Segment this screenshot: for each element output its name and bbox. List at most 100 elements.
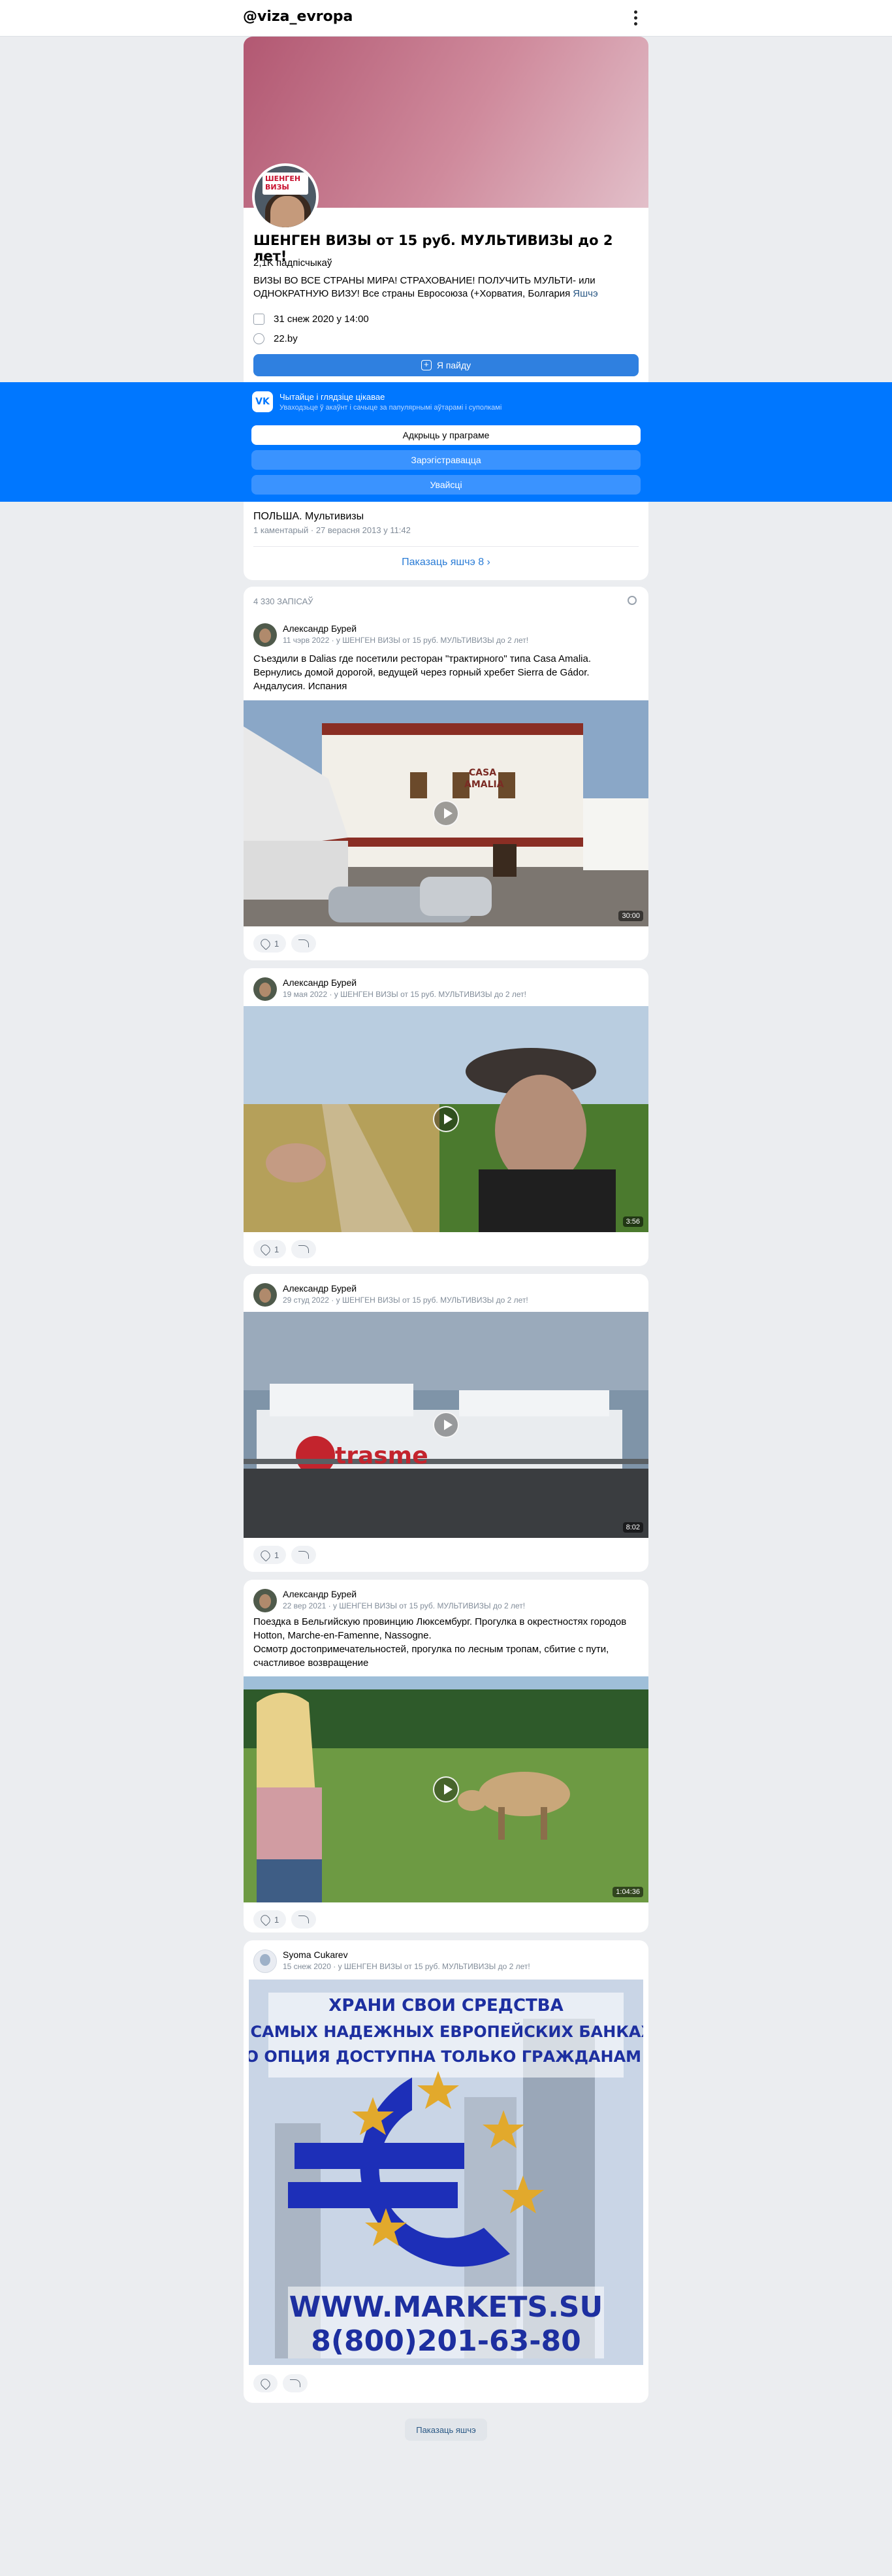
- discussion-title[interactable]: ПОЛЬША. Мультивизы: [253, 511, 364, 523]
- post: Александр Бурей 11 чэрв 2022 · у ШЕНГЕН …: [244, 614, 648, 960]
- group-description: ВИЗЫ ВО ВСЕ СТРАНЫ МИРА! СТРАХОВАНИЕ! ПО…: [253, 275, 598, 299]
- like-button[interactable]: 1: [253, 1546, 287, 1564]
- ship-text: trasme: [335, 1443, 428, 1469]
- top-bar: @viza_evropa: [0, 0, 892, 37]
- heart-icon: [259, 1243, 272, 1256]
- globe-icon: [253, 333, 264, 344]
- banner-subtitle: Уваходзьце ў акаўнт і сачыце за папулярн…: [279, 404, 502, 412]
- post-text: Осмотр достопримечательностей, прогулка …: [253, 1644, 609, 1669]
- share-icon: [298, 1916, 310, 1923]
- share-button[interactable]: [291, 1546, 317, 1564]
- share-icon: [290, 2379, 300, 2387]
- like-button[interactable]: 1: [253, 1240, 287, 1258]
- play-icon[interactable]: [433, 1412, 459, 1438]
- post-actions: [253, 2374, 308, 2392]
- post-meta: 22 вер 2021 · у ШЕНГЕН ВИЗЫ от 15 руб. М…: [283, 1601, 526, 1610]
- post-actions: 1: [253, 1546, 317, 1564]
- plus-icon: +: [421, 360, 432, 370]
- heart-icon: [259, 1913, 272, 1926]
- heart-icon: [259, 937, 272, 950]
- post-actions: 1: [253, 1910, 317, 1929]
- ad-url: WWW.MARKETS.SU: [289, 2291, 603, 2324]
- join-button[interactable]: + Я пайду: [253, 354, 639, 376]
- video-thumbnail[interactable]: trasme 8:02: [244, 1312, 648, 1538]
- post-author[interactable]: Syoma Cukarev: [283, 1949, 348, 1960]
- video-thumbnail[interactable]: CASA AMALIA 30:00: [244, 700, 648, 926]
- post-meta: 29 студ 2022 · у ШЕНГЕН ВИЗЫ от 15 руб. …: [283, 1296, 528, 1305]
- share-button[interactable]: [291, 934, 317, 953]
- video-thumbnail[interactable]: 3:56: [244, 1006, 648, 1232]
- post-text: Поездка в Бельгийскую провинцию Люксембу…: [253, 1616, 627, 1641]
- author-avatar[interactable]: [253, 1283, 277, 1307]
- discussion-card: ПОЛЬША. Мультивизы 1 каментарый · 27 вер…: [244, 502, 648, 580]
- share-button[interactable]: [291, 1240, 317, 1258]
- video-thumbnail[interactable]: 1:04:36: [244, 1676, 648, 1902]
- sign-text: CASA: [469, 768, 496, 778]
- search-icon[interactable]: [628, 596, 637, 605]
- post-meta: 11 чэрв 2022 · у ШЕНГЕН ВИЗЫ от 15 руб. …: [283, 636, 529, 645]
- video-duration: 1:04:36: [613, 1887, 643, 1897]
- subscriber-count[interactable]: 2,1K падпісчыкаў: [253, 257, 332, 269]
- post-meta: 19 мая 2022 · у ШЕНГЕН ВИЗЫ от 15 руб. М…: [283, 990, 526, 999]
- author-avatar[interactable]: [253, 1949, 277, 1973]
- divider: [253, 546, 639, 547]
- video-duration: 3:56: [622, 1216, 643, 1227]
- play-icon[interactable]: [433, 1106, 459, 1132]
- more-menu-icon[interactable]: [627, 7, 644, 29]
- post-text: Съездили в Dalias где посетили ресторан …: [253, 653, 592, 692]
- post-author[interactable]: Александр Бурей: [283, 1589, 357, 1599]
- post: Александр Бурей 29 студ 2022 · у ШЕНГЕН …: [244, 1274, 648, 1572]
- event-date-row: 31 снеж 2020 у 14:00: [253, 314, 369, 325]
- play-icon[interactable]: [433, 800, 459, 826]
- profile-card: ШЕНГЕН ВИЗЫ ШЕНГЕН ВИЗЫ от 15 руб. МУЛЬТ…: [244, 37, 648, 389]
- post-actions: 1: [253, 934, 317, 953]
- site-link[interactable]: 22.by: [274, 333, 298, 344]
- like-button[interactable]: [253, 2374, 278, 2392]
- show-more-discussions[interactable]: Паказаць яшчэ 8 ›: [244, 557, 648, 568]
- event-date: 31 снеж 2020 у 14:00: [274, 314, 369, 325]
- login-banner: VK Чытайце і глядзіце цікавае Уваходзьце…: [0, 382, 892, 502]
- banner-title: Чытайце і глядзіце цікавае: [279, 392, 385, 402]
- calendar-icon: [253, 314, 264, 325]
- sign-text: AMALIA: [464, 779, 504, 790]
- share-icon: [298, 1245, 310, 1253]
- post-count: 4 330 ЗАПІСАЎ: [253, 596, 313, 606]
- share-button[interactable]: [283, 2374, 308, 2392]
- site-row: 22.by: [253, 333, 298, 344]
- ad-line: ЭТО ОПЦИЯ ДОСТУПНА ТОЛЬКО ГРАЖДАНАМ ЕС: [249, 2047, 643, 2066]
- group-avatar[interactable]: ШЕНГЕН ВИЗЫ: [252, 163, 319, 230]
- post-author[interactable]: Александр Бурей: [283, 623, 357, 634]
- discussion-meta: 1 каментарый · 27 верасня 2013 у 11:42: [253, 525, 411, 535]
- play-icon[interactable]: [433, 1776, 459, 1802]
- ad-image[interactable]: ХРАНИ СВОИ СРЕДСТВА В САМЫХ НАДЕЖНЫХ ЕВР…: [249, 1980, 643, 2365]
- like-button[interactable]: 1: [253, 934, 287, 953]
- post: Syoma Cukarev 15 снеж 2020 · у ШЕНГЕН ВИ…: [244, 1940, 648, 2403]
- author-avatar[interactable]: [253, 623, 277, 647]
- post-meta: 15 снеж 2020 · у ШЕНГЕН ВИЗЫ от 15 руб. …: [283, 1962, 530, 1971]
- share-button[interactable]: [291, 1910, 317, 1929]
- like-button[interactable]: 1: [253, 1910, 287, 1929]
- show-more-link[interactable]: Яшчэ: [570, 288, 598, 299]
- post: Александр Бурей 19 мая 2022 · у ШЕНГЕН В…: [244, 968, 648, 1266]
- share-icon: [298, 939, 310, 947]
- avatar-logo: ШЕНГЕН ВИЗЫ: [263, 172, 308, 195]
- ad-phone: 8(800)201-63-80: [311, 2324, 581, 2358]
- heart-icon: [259, 2377, 272, 2390]
- video-duration: 30:00: [618, 911, 643, 921]
- login-button[interactable]: Увайсці: [251, 475, 641, 495]
- register-button[interactable]: Зарэгістравацца: [251, 450, 641, 470]
- author-avatar[interactable]: [253, 977, 277, 1001]
- author-avatar[interactable]: [253, 1589, 277, 1612]
- vk-logo-icon: VK: [252, 391, 273, 412]
- video-duration: 8:02: [622, 1522, 643, 1533]
- show-more-button[interactable]: Паказаць яшчэ: [405, 2419, 487, 2441]
- post-author[interactable]: Александр Бурей: [283, 1283, 357, 1294]
- open-app-button[interactable]: Адкрыць у праграме: [251, 425, 641, 445]
- ad-line: В САМЫХ НАДЕЖНЫХ ЕВРОПЕЙСКИХ БАНКАХ,: [249, 2022, 643, 2041]
- post-author[interactable]: Александр Бурей: [283, 977, 357, 988]
- ad-line: ХРАНИ СВОИ СРЕДСТВА: [328, 1996, 563, 2015]
- group-handle[interactable]: @viza_evropa: [243, 8, 353, 25]
- post-actions: 1: [253, 1240, 317, 1258]
- heart-icon: [259, 1548, 272, 1561]
- share-icon: [298, 1551, 310, 1559]
